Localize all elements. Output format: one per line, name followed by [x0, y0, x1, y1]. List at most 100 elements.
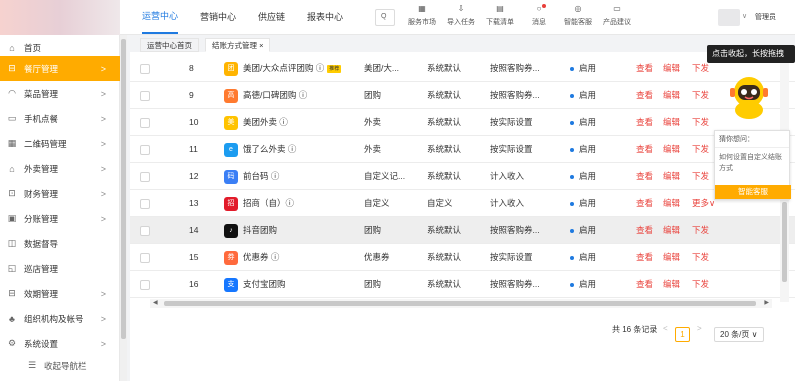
- table-row[interactable]: 8 团美团/大众点评团购 ⓘ 推荐 美团/大... 系统默认 按照客购券... 启用 查看 编辑…: [130, 55, 795, 82]
- payment-source: 系统默认: [427, 279, 462, 289]
- sidebar-item-branch[interactable]: ▣ 分账管理 >: [0, 206, 120, 231]
- tool-market[interactable]: ▦ 服务市场: [405, 4, 439, 27]
- topnav-item-report[interactable]: 报表中心: [307, 0, 343, 35]
- dispatch-link[interactable]: 下发: [692, 163, 709, 190]
- view-link[interactable]: 查看: [636, 163, 653, 190]
- avatar[interactable]: [718, 9, 740, 26]
- edit-link[interactable]: 编辑: [663, 82, 680, 109]
- row-checkbox[interactable]: [140, 172, 150, 182]
- edit-link[interactable]: 编辑: [663, 244, 680, 271]
- sidebar-item-takeout[interactable]: ⌂ 外卖管理 >: [0, 156, 120, 181]
- row-checkbox[interactable]: [140, 280, 150, 290]
- page-size-select[interactable]: 20 条/页 ∨: [714, 327, 764, 342]
- edit-link[interactable]: 编辑: [663, 217, 680, 244]
- table-row[interactable]: 9 高高德/口碑团购 ⓘ 团购 系统默认 按照客购券... 启用 查看 编辑 下发: [130, 82, 795, 109]
- horizontal-scrollbar[interactable]: ◀ ▶: [150, 299, 772, 308]
- sidebar-item-restaurant[interactable]: ⊟ 餐厅管理 >: [0, 56, 120, 81]
- scroll-thumb[interactable]: [164, 301, 756, 306]
- dispatch-link[interactable]: 下发: [692, 217, 709, 244]
- dispatch-link[interactable]: 下发: [692, 271, 709, 298]
- dispatch-link[interactable]: 下发: [692, 136, 709, 163]
- chevron-right-icon: >: [100, 63, 106, 74]
- topnav-item-marketing[interactable]: 营销中心: [200, 0, 236, 35]
- payment-method: 支支付宝团购: [224, 271, 286, 298]
- scroll-thumb[interactable]: [121, 39, 126, 339]
- view-link[interactable]: 查看: [636, 136, 653, 163]
- sidebar: ⌂ 首页 ⊟ 餐厅管理 > ◠ 菜品管理 > ▭ 手机点餐 > ▦ 二维码管理 > ⌂ 外卖管理 > …: [0, 35, 120, 381]
- row-checkbox[interactable]: [140, 253, 150, 263]
- sidebar-item-performance[interactable]: ⊟ 效期管理 >: [0, 281, 120, 306]
- dispatch-link[interactable]: 下发: [692, 244, 709, 271]
- settings-icon: ⚙: [7, 338, 17, 348]
- view-link[interactable]: 查看: [636, 82, 653, 109]
- chevron-down-icon[interactable]: ∨: [742, 12, 747, 20]
- payment-type: 优惠券: [364, 252, 390, 262]
- sidebar-item-inspect[interactable]: ◱ 巡店管理: [0, 256, 120, 281]
- smart-service-button[interactable]: 智能客服: [715, 185, 791, 199]
- more-dropdown[interactable]: 更多∨: [692, 190, 715, 217]
- view-link[interactable]: 查看: [636, 109, 653, 136]
- row-checkbox[interactable]: [140, 118, 150, 128]
- view-link[interactable]: 查看: [636, 244, 653, 271]
- row-checkbox[interactable]: [140, 199, 150, 209]
- tool-download[interactable]: ▤ 下载清单: [483, 4, 517, 27]
- table-row[interactable]: 11 e 饿了么外卖 ⓘ 外卖 系统默认 按实际设置 启用 查看 编辑 下发: [130, 136, 795, 163]
- payment-method: 招招商（自）ⓘ: [224, 190, 294, 217]
- table-row[interactable]: 15 券优惠券 ⓘ 优惠券 系统默认 按实际设置 启用 查看 编辑 下发: [130, 244, 795, 271]
- tab-ops-home[interactable]: 运营中心首页: [140, 38, 199, 52]
- view-link[interactable]: 查看: [636, 190, 653, 217]
- sidebar-item-mobile[interactable]: ▭ 手机点餐 >: [0, 106, 120, 131]
- dispatch-link[interactable]: 下发: [692, 109, 709, 136]
- sidebar-item-dish[interactable]: ◠ 菜品管理 >: [0, 81, 120, 106]
- row-checkbox[interactable]: [140, 64, 150, 74]
- payment-name: 前台码 ⓘ: [243, 171, 280, 181]
- collapse-nav-button[interactable]: ☰ 收起导航栏: [0, 353, 120, 378]
- edit-link[interactable]: 编辑: [663, 136, 680, 163]
- tab-checkout-methods[interactable]: 结账方式管理 ×: [205, 38, 271, 52]
- edit-link[interactable]: 编辑: [663, 190, 680, 217]
- row-checkbox[interactable]: [140, 226, 150, 236]
- brand-logo[interactable]: [0, 0, 120, 35]
- user-name[interactable]: 管理员: [755, 12, 776, 22]
- tool-service[interactable]: ◎ 智能客服: [561, 4, 595, 27]
- next-page-button[interactable]: >: [697, 324, 702, 333]
- row-checkbox[interactable]: [140, 145, 150, 155]
- table-row[interactable]: 10 美美团外卖 ⓘ 外卖 系统默认 按实际设置 启用 查看 编辑 下发: [130, 109, 795, 136]
- payment-type: 自定义: [364, 198, 390, 208]
- row-checkbox[interactable]: [140, 91, 150, 101]
- prev-page-button[interactable]: <: [663, 324, 668, 333]
- edit-link[interactable]: 编辑: [663, 271, 680, 298]
- view-link[interactable]: 查看: [636, 55, 653, 82]
- sidebar-item-org[interactable]: ♣ 组织机构及帐号 >: [0, 306, 120, 331]
- sidebar-item-qrcode[interactable]: ▦ 二维码管理 >: [0, 131, 120, 156]
- help-question-link[interactable]: 如何设置自定义结账方式: [715, 148, 789, 178]
- scroll-thumb[interactable]: [782, 202, 787, 282]
- view-link[interactable]: 查看: [636, 271, 653, 298]
- table-row[interactable]: 14 ♪ 抖音团购 团购 系统默认 按照客购券... 启用 查看 编辑 下发: [130, 217, 795, 244]
- scroll-left-icon[interactable]: ◀: [153, 299, 158, 308]
- sidebar-scrollbar[interactable]: [120, 35, 127, 381]
- tool-suggest[interactable]: ▭ 产品建议: [600, 4, 634, 27]
- income-method: 按实际设置: [490, 252, 533, 262]
- topnav-item-ops[interactable]: 运营中心: [142, 1, 179, 34]
- assistant-robot-icon[interactable]: [727, 70, 772, 120]
- topnav-item-supply[interactable]: 供应链: [258, 0, 285, 35]
- search-button[interactable]: Q: [375, 9, 395, 26]
- edit-link[interactable]: 编辑: [663, 163, 680, 190]
- inspect-icon: ◱: [7, 263, 17, 273]
- edit-link[interactable]: 编辑: [663, 55, 680, 82]
- table-row[interactable]: 12 码前台码 ⓘ 自定义记... 系统默认 计入收入 启用 查看 编辑 下发: [130, 163, 795, 190]
- tool-message[interactable]: ○ 消息: [522, 4, 556, 27]
- row-index: 15: [189, 252, 199, 262]
- scroll-right-icon[interactable]: ▶: [764, 299, 769, 308]
- sidebar-item-finance[interactable]: ⊡ 财务管理 >: [0, 181, 120, 206]
- table-row[interactable]: 13 招招商（自）ⓘ 自定义 自定义 计入收入 启用 查看 编辑 更多∨: [130, 190, 795, 217]
- table-row[interactable]: 16 支支付宝团购 团购 系统默认 按照客购券... 启用 查看 编辑 下发: [130, 271, 795, 298]
- sidebar-item-monitor[interactable]: ◫ 数据督导: [0, 231, 120, 256]
- page-number-button[interactable]: 1: [675, 327, 690, 342]
- view-link[interactable]: 查看: [636, 217, 653, 244]
- payment-source: 系统默认: [427, 63, 462, 73]
- edit-link[interactable]: 编辑: [663, 109, 680, 136]
- dispatch-link[interactable]: 下发: [692, 82, 709, 109]
- tool-import[interactable]: ⇩ 导入任务: [444, 4, 478, 27]
